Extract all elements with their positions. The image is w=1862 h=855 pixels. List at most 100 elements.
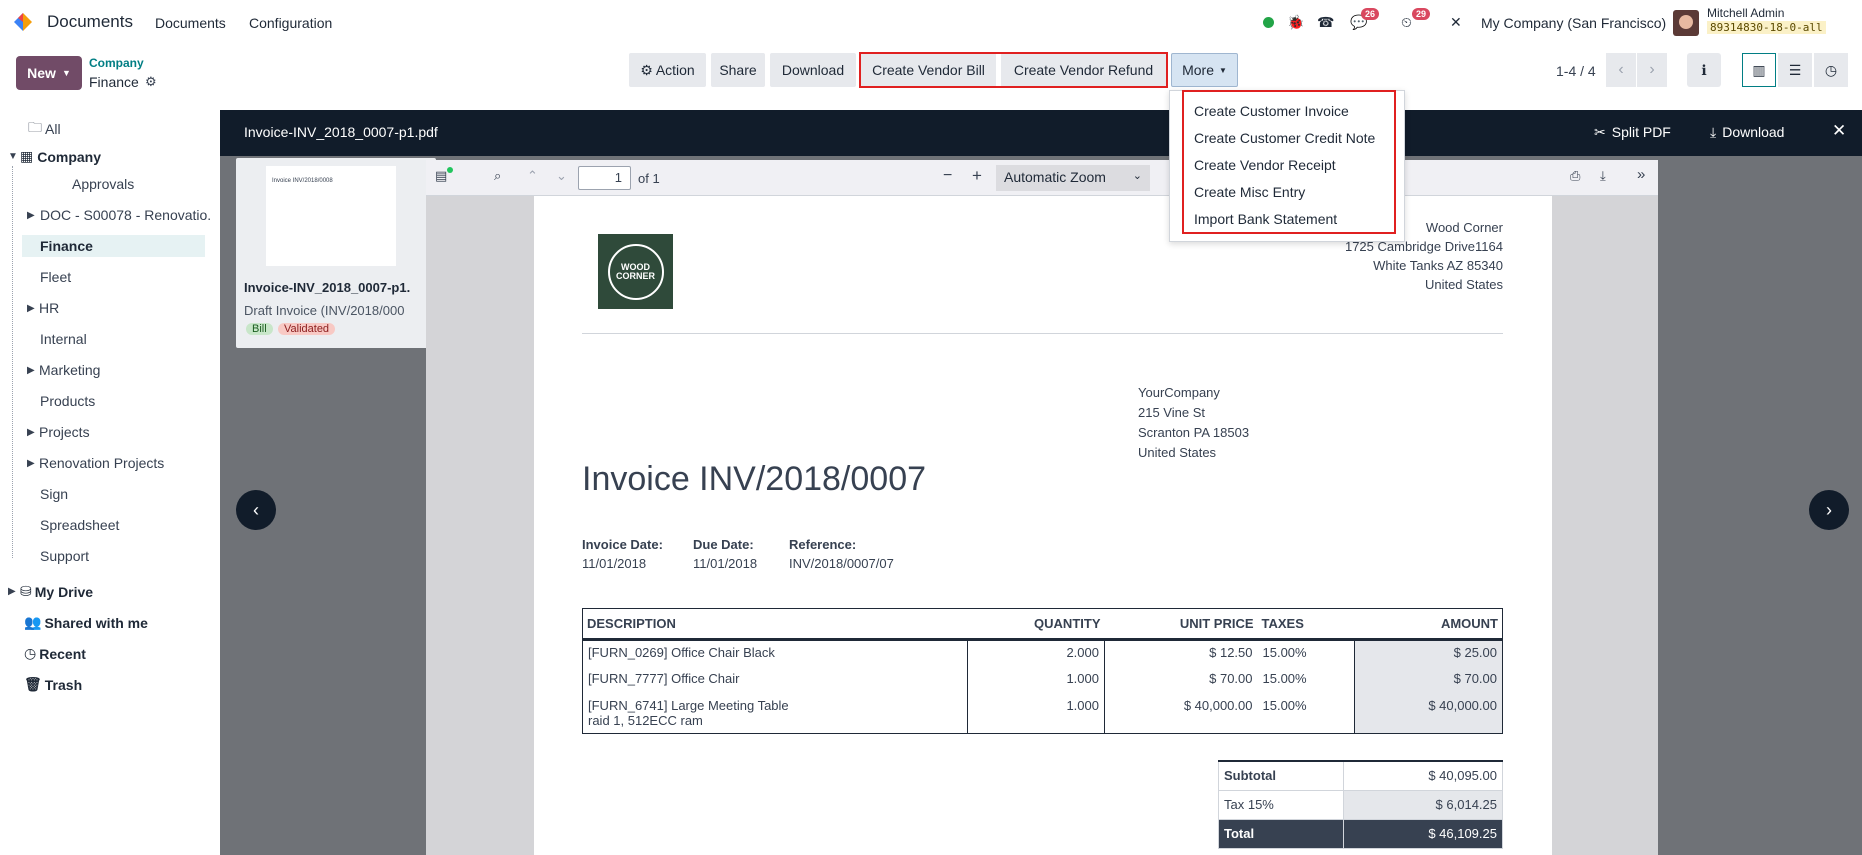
search-icon[interactable]: ⌕ [494, 168, 501, 184]
sidebar-toggle-icon[interactable]: ▤ [435, 168, 447, 184]
sidebar-item-products[interactable]: Products [40, 393, 95, 409]
sidebar-item-support[interactable]: Support [40, 548, 89, 564]
app-name[interactable]: Documents [47, 12, 133, 32]
tax-label: Tax 15% [1218, 789, 1344, 820]
line-quantity: 1.000 [967, 693, 1105, 734]
sidebar-item-internal[interactable]: Internal [40, 331, 87, 347]
breadcrumb-company[interactable]: Company [89, 56, 144, 70]
line-description-cell: [FURN_6741] Large Meeting Table raid 1, 5… [582, 693, 968, 734]
pager-value[interactable]: 1-4 / 4 [1556, 63, 1596, 79]
sidebar-item-company[interactable]: ▼ ▦ Company [8, 148, 101, 165]
tag-validated: Validated [278, 323, 336, 335]
page-down-icon[interactable]: ⌄ [556, 168, 567, 184]
card-title: Invoice-INV_2018_0007-p1. [244, 280, 411, 295]
sidebar-item-sign[interactable]: Sign [40, 486, 68, 502]
zoom-out-icon[interactable]: − [943, 167, 952, 185]
sidebar-item-fleet[interactable]: Fleet [40, 269, 71, 285]
subtotal-value: $ 40,095.00 [1343, 760, 1503, 791]
next-document-button[interactable]: › [1809, 490, 1849, 530]
folder-settings-gear-icon[interactable]: ⚙ [145, 74, 157, 90]
sidebar-item-marketing[interactable]: ▶ Marketing [27, 362, 100, 378]
sidebar-item-trash[interactable]: 🗑 Trash [24, 676, 82, 693]
menu-item-create-customer-credit-note[interactable]: Create Customer Credit Note [1194, 130, 1375, 146]
view-kanban-button[interactable]: ▥ [1742, 53, 1776, 87]
menu-item-create-misc-entry[interactable]: Create Misc Entry [1194, 184, 1305, 200]
print-icon[interactable]: ⎙ [1570, 168, 1580, 184]
activity-clock-icon[interactable]: ⏲ 29 [1401, 8, 1431, 31]
menu-item-create-vendor-receipt[interactable]: Create Vendor Receipt [1194, 157, 1336, 173]
pager-previous-button[interactable]: ‹ [1606, 53, 1636, 87]
sidebar-item-shared[interactable]: 👥 Shared with me [24, 614, 148, 631]
tools-icon[interactable]: ✕ [1450, 14, 1462, 31]
zoom-select[interactable]: Automatic Zoom ⌄ [996, 165, 1150, 191]
pager-next-button[interactable]: › [1637, 53, 1667, 87]
table-row: [FURN_0269] Office Chair Black 2.000 $ 1… [582, 639, 1503, 667]
page-up-icon[interactable]: ⌃ [527, 168, 538, 184]
sidebar-label: HR [39, 300, 60, 316]
vendor-logo: WOOD CORNER [598, 234, 673, 309]
subtotal-label: Subtotal [1218, 760, 1344, 791]
user-avatar[interactable] [1673, 10, 1699, 36]
document-card[interactable]: Invoice INV/2018/0008 Invoice-INV_2018_0… [236, 158, 436, 348]
sidebar-item-spreadsheet[interactable]: Spreadsheet [40, 517, 119, 533]
vendor-city: White Tanks AZ 85340 [1373, 258, 1503, 273]
split-pdf-button[interactable]: ✂ Split PDF [1594, 124, 1671, 141]
create-vendor-bill-button[interactable]: Create Vendor Bill [861, 53, 996, 87]
menu-item-import-bank-statement[interactable]: Import Bank Statement [1194, 211, 1337, 227]
previous-document-button[interactable]: ‹ [236, 490, 276, 530]
customer-street: 215 Vine St [1138, 405, 1205, 420]
page-number-input[interactable]: 1 [578, 166, 631, 190]
sidebar-item-my-drive[interactable]: ▶ ⛁ My Drive [8, 583, 93, 600]
discuss-icon[interactable]: 💬 26 [1350, 8, 1380, 31]
view-activity-button[interactable]: ◷ [1814, 53, 1848, 87]
app-logo-icon[interactable] [14, 13, 32, 31]
line-unit-price: $ 40,000.00 [1104, 693, 1258, 734]
create-vendor-refund-button[interactable]: Create Vendor Refund [1001, 53, 1166, 87]
bug-icon[interactable]: 🐞 [1287, 14, 1304, 31]
download-label: Download [1722, 124, 1785, 140]
total-value: $ 46,109.25 [1343, 818, 1503, 849]
col-unit-price: UNIT PRICE [1104, 608, 1258, 641]
menu-configuration[interactable]: Configuration [249, 15, 332, 31]
customer-city: Scranton PA 18503 [1138, 425, 1250, 440]
sidebar-item-renovation-projects[interactable]: ▶ Renovation Projects [27, 455, 164, 471]
phone-icon[interactable]: ☎ [1317, 14, 1334, 31]
company-switcher[interactable]: My Company (San Francisco) [1481, 15, 1666, 31]
invoice-date-value: 11/01/2018 [582, 556, 647, 571]
sidebar-item-finance[interactable]: Finance [22, 235, 205, 257]
line-amount: $ 70.00 [1354, 666, 1503, 694]
save-icon[interactable]: ⤓ [1600, 168, 1606, 184]
caret-right-icon: ▶ [8, 586, 16, 597]
menu-documents[interactable]: Documents [155, 15, 226, 31]
col-amount: AMOUNT [1354, 608, 1503, 641]
more-button[interactable]: More ▼ [1171, 53, 1238, 87]
menu-item-create-customer-invoice[interactable]: Create Customer Invoice [1194, 103, 1349, 119]
sidebar-item-doc-s00078[interactable]: ▶ DOC - S00078 - Renovatio. [27, 207, 211, 223]
sidebar-item-hr[interactable]: ▶ HR [27, 300, 59, 316]
table-header-row: DESCRIPTION QUANTITY UNIT PRICE TAXES AM… [582, 608, 1503, 641]
sidebar-item-projects[interactable]: ▶ Projects [27, 424, 90, 440]
info-toggle-button[interactable]: ℹ [1687, 53, 1721, 87]
sidebar-label: Recent [39, 645, 86, 662]
sidebar-label: Renovation Projects [39, 455, 165, 471]
sidebar-item-recent[interactable]: ◷ Recent [24, 645, 86, 662]
zoom-in-icon[interactable]: + [972, 166, 982, 186]
status-online-icon [1263, 15, 1274, 31]
viewer-download-button[interactable]: ⤓ Download [1710, 124, 1784, 141]
caret-right-icon: ▶ [27, 364, 35, 376]
user-name[interactable]: Mitchell Admin [1707, 6, 1784, 20]
tools-menu-icon[interactable]: » [1637, 166, 1645, 183]
download-button[interactable]: Download [770, 53, 856, 87]
action-button[interactable]: ⚙ Action [629, 53, 706, 87]
clock-icon: ◷ [1824, 61, 1838, 78]
close-icon[interactable]: ✕ [1832, 121, 1846, 141]
caret-right-icon: ▶ [27, 302, 35, 314]
share-button[interactable]: Share [711, 53, 765, 87]
new-button[interactable]: New ▼ [16, 56, 82, 90]
sidebar-label: All [45, 121, 61, 137]
sidebar-item-all[interactable]: 🗀 All [28, 117, 61, 141]
list-icon: ☰ [1788, 61, 1802, 78]
view-list-button[interactable]: ☰ [1778, 53, 1812, 87]
sidebar-item-approvals[interactable]: Approvals [72, 176, 134, 192]
table-row: [FURN_7777] Office Chair 1.000 $ 70.00 1… [582, 666, 1503, 694]
